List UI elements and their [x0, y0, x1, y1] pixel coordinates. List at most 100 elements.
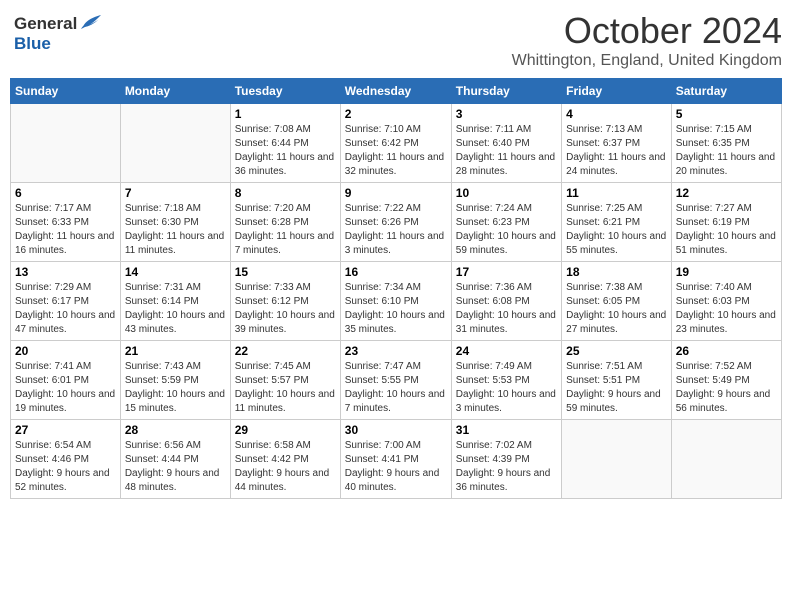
day-number: 15 [235, 265, 336, 279]
day-info: Sunrise: 7:18 AM Sunset: 6:30 PM Dayligh… [125, 202, 226, 258]
day-info: Sunrise: 7:31 AM Sunset: 6:14 PM Dayligh… [125, 281, 226, 337]
day-number: 12 [676, 186, 777, 200]
day-info: Sunrise: 7:10 AM Sunset: 6:42 PM Dayligh… [345, 123, 447, 179]
day-info: Sunrise: 7:45 AM Sunset: 5:57 PM Dayligh… [235, 360, 336, 416]
day-info: Sunrise: 7:08 AM Sunset: 6:44 PM Dayligh… [235, 123, 336, 179]
location-title: Whittington, England, United Kingdom [512, 52, 782, 70]
day-number: 14 [125, 265, 226, 279]
calendar-day-cell: 23Sunrise: 7:47 AM Sunset: 5:55 PM Dayli… [340, 341, 451, 420]
day-info: Sunrise: 6:58 AM Sunset: 4:42 PM Dayligh… [235, 439, 336, 495]
day-number: 7 [125, 186, 226, 200]
calendar-day-cell: 12 Sunrise: 7:27 AM Sunset: 6:19 PM Dayli… [671, 183, 781, 262]
calendar-day-cell: 17Sunrise: 7:36 AM Sunset: 6:08 PM Dayli… [451, 262, 561, 341]
weekday-header: Friday [562, 79, 672, 104]
calendar-day-cell: 7 Sunrise: 7:18 AM Sunset: 6:30 PM Daylig… [120, 183, 230, 262]
day-info: Sunrise: 7:40 AM Sunset: 6:03 PM Dayligh… [676, 281, 777, 337]
weekday-header: Sunday [11, 79, 121, 104]
day-number: 22 [235, 344, 336, 358]
month-title: October 2024 [512, 10, 782, 52]
calendar-week-row: 1 Sunrise: 7:08 AM Sunset: 6:44 PM Daylig… [11, 104, 782, 183]
day-info: Sunrise: 7:43 AM Sunset: 5:59 PM Dayligh… [125, 360, 226, 416]
day-number: 28 [125, 423, 226, 437]
day-info: Sunrise: 7:25 AM Sunset: 6:21 PM Dayligh… [566, 202, 667, 258]
calendar-day-cell: 20 Sunrise: 7:41 AM Sunset: 6:01 PM Dayli… [11, 341, 121, 420]
day-info: Sunrise: 7:20 AM Sunset: 6:28 PM Dayligh… [235, 202, 336, 258]
day-info: Sunrise: 7:38 AM Sunset: 6:05 PM Dayligh… [566, 281, 667, 337]
calendar-day-cell: 24 Sunrise: 7:49 AM Sunset: 5:53 PM Dayli… [451, 341, 561, 420]
day-number: 18 [566, 265, 667, 279]
day-number: 29 [235, 423, 336, 437]
calendar-week-row: 13Sunrise: 7:29 AM Sunset: 6:17 PM Dayli… [11, 262, 782, 341]
day-number: 20 [15, 344, 116, 358]
day-number: 23 [345, 344, 447, 358]
day-info: Sunrise: 7:49 AM Sunset: 5:53 PM Dayligh… [456, 360, 557, 416]
calendar-day-cell [11, 104, 121, 183]
title-area: October 2024 Whittington, England, Unite… [512, 10, 782, 70]
calendar-day-cell: 22 Sunrise: 7:45 AM Sunset: 5:57 PM Dayli… [230, 341, 340, 420]
weekday-header: Tuesday [230, 79, 340, 104]
calendar-week-row: 6 Sunrise: 7:17 AM Sunset: 6:33 PM Daylig… [11, 183, 782, 262]
calendar-day-cell: 14 Sunrise: 7:31 AM Sunset: 6:14 PM Dayli… [120, 262, 230, 341]
calendar-day-cell: 15 Sunrise: 7:33 AM Sunset: 6:12 PM Dayli… [230, 262, 340, 341]
day-number: 31 [456, 423, 557, 437]
calendar-day-cell: 31Sunrise: 7:02 AM Sunset: 4:39 PM Dayli… [451, 420, 561, 499]
weekday-header: Monday [120, 79, 230, 104]
day-number: 19 [676, 265, 777, 279]
calendar-day-cell: 3 Sunrise: 7:11 AM Sunset: 6:40 PM Daylig… [451, 104, 561, 183]
day-info: Sunrise: 7:33 AM Sunset: 6:12 PM Dayligh… [235, 281, 336, 337]
day-number: 25 [566, 344, 667, 358]
calendar-day-cell: 1 Sunrise: 7:08 AM Sunset: 6:44 PM Daylig… [230, 104, 340, 183]
day-info: Sunrise: 7:52 AM Sunset: 5:49 PM Dayligh… [676, 360, 777, 416]
header: General Blue October 2024 Whittington, E… [10, 10, 782, 70]
weekday-header: Wednesday [340, 79, 451, 104]
day-info: Sunrise: 7:13 AM Sunset: 6:37 PM Dayligh… [566, 123, 667, 179]
day-info: Sunrise: 7:22 AM Sunset: 6:26 PM Dayligh… [345, 202, 447, 258]
calendar-day-cell: 10 Sunrise: 7:24 AM Sunset: 6:23 PM Dayli… [451, 183, 561, 262]
day-info: Sunrise: 6:54 AM Sunset: 4:46 PM Dayligh… [15, 439, 116, 495]
day-info: Sunrise: 7:41 AM Sunset: 6:01 PM Dayligh… [15, 360, 116, 416]
logo: General Blue [10, 10, 105, 58]
day-info: Sunrise: 7:24 AM Sunset: 6:23 PM Dayligh… [456, 202, 557, 258]
day-info: Sunrise: 7:00 AM Sunset: 4:41 PM Dayligh… [345, 439, 447, 495]
calendar-day-cell [671, 420, 781, 499]
calendar-day-cell: 16Sunrise: 7:34 AM Sunset: 6:10 PM Dayli… [340, 262, 451, 341]
weekday-header: Thursday [451, 79, 561, 104]
calendar-day-cell: 27 Sunrise: 6:54 AM Sunset: 4:46 PM Dayli… [11, 420, 121, 499]
day-number: 5 [676, 107, 777, 121]
calendar-day-cell: 25 Sunrise: 7:51 AM Sunset: 5:51 PM Dayli… [562, 341, 672, 420]
day-number: 6 [15, 186, 116, 200]
calendar-day-cell [562, 420, 672, 499]
calendar-day-cell: 28Sunrise: 6:56 AM Sunset: 4:44 PM Dayli… [120, 420, 230, 499]
calendar-day-cell: 11 Sunrise: 7:25 AM Sunset: 6:21 PM Dayli… [562, 183, 672, 262]
logo-bird-icon [79, 13, 101, 31]
day-number: 11 [566, 186, 667, 200]
calendar-week-row: 27 Sunrise: 6:54 AM Sunset: 4:46 PM Dayli… [11, 420, 782, 499]
calendar-day-cell [120, 104, 230, 183]
day-number: 27 [15, 423, 116, 437]
day-number: 3 [456, 107, 557, 121]
day-number: 16 [345, 265, 447, 279]
day-number: 10 [456, 186, 557, 200]
calendar-day-cell: 2Sunrise: 7:10 AM Sunset: 6:42 PM Daylig… [340, 104, 451, 183]
day-info: Sunrise: 7:17 AM Sunset: 6:33 PM Dayligh… [15, 202, 116, 258]
day-number: 9 [345, 186, 447, 200]
calendar-day-cell: 5Sunrise: 7:15 AM Sunset: 6:35 PM Daylig… [671, 104, 781, 183]
day-number: 24 [456, 344, 557, 358]
day-number: 30 [345, 423, 447, 437]
day-info: Sunrise: 7:51 AM Sunset: 5:51 PM Dayligh… [566, 360, 667, 416]
day-number: 1 [235, 107, 336, 121]
calendar-day-cell: 26 Sunrise: 7:52 AM Sunset: 5:49 PM Dayli… [671, 341, 781, 420]
logo-general: General [14, 14, 77, 34]
day-info: Sunrise: 7:27 AM Sunset: 6:19 PM Dayligh… [676, 202, 777, 258]
calendar-day-cell: 6 Sunrise: 7:17 AM Sunset: 6:33 PM Daylig… [11, 183, 121, 262]
calendar-day-cell: 4Sunrise: 7:13 AM Sunset: 6:37 PM Daylig… [562, 104, 672, 183]
calendar-day-cell: 8Sunrise: 7:20 AM Sunset: 6:28 PM Daylig… [230, 183, 340, 262]
day-info: Sunrise: 7:11 AM Sunset: 6:40 PM Dayligh… [456, 123, 557, 179]
calendar-day-cell: 30 Sunrise: 7:00 AM Sunset: 4:41 PM Dayli… [340, 420, 451, 499]
weekday-header: Saturday [671, 79, 781, 104]
day-number: 13 [15, 265, 116, 279]
logo-blue: Blue [14, 34, 51, 53]
day-number: 26 [676, 344, 777, 358]
calendar-day-cell: 19 Sunrise: 7:40 AM Sunset: 6:03 PM Dayli… [671, 262, 781, 341]
day-number: 17 [456, 265, 557, 279]
